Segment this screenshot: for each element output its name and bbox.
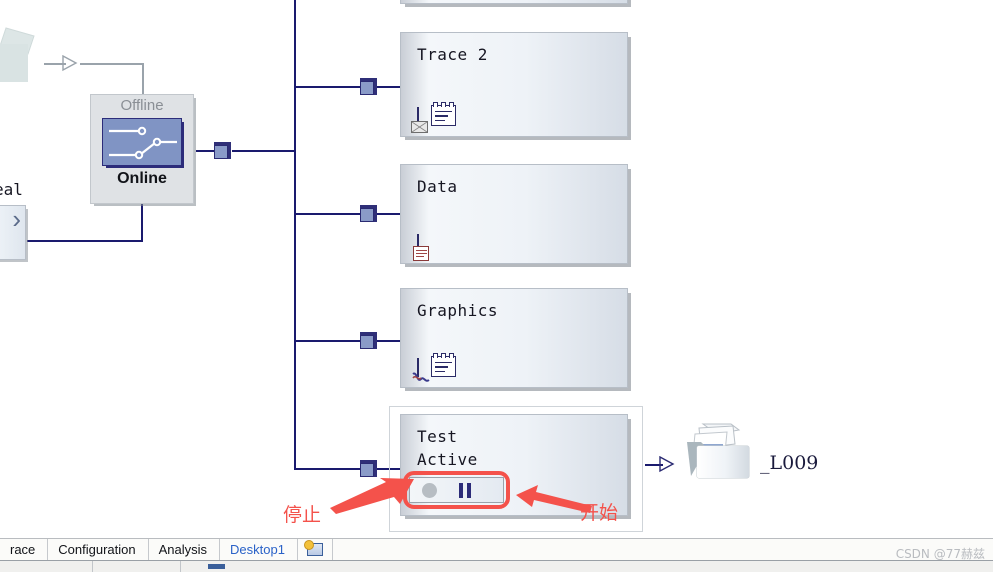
wire-stub-trace2 <box>377 86 401 88</box>
node-data[interactable]: Data <box>400 164 628 264</box>
node-icons <box>413 234 429 261</box>
node-title: Data <box>417 177 458 196</box>
node-icons <box>412 353 456 382</box>
arrow-stop-icon <box>330 478 414 514</box>
tab-label: Configuration <box>58 542 136 557</box>
left-partial-text: eal <box>0 180 23 199</box>
wire-switch-out-right <box>232 150 294 152</box>
chevron-right-icon: › <box>12 204 21 234</box>
node-graphics[interactable]: Graphics <box>400 288 628 388</box>
bottom-tab-bar[interactable]: race Configuration Analysis Desktop1 <box>0 538 993 560</box>
tab-desktop1[interactable]: Desktop1 <box>220 539 298 560</box>
wire-stub-data <box>377 213 401 215</box>
node-title: Test Active <box>417 427 478 470</box>
report-folder-node[interactable] <box>681 422 757 488</box>
wire-left-partial <box>27 240 143 242</box>
disabled-folder-node[interactable] <box>0 24 50 84</box>
report-folder-icon <box>687 423 750 479</box>
wire-stub-graphics <box>377 340 401 342</box>
curve-glyph-icon <box>412 372 430 382</box>
node-title: Trace 2 <box>417 45 488 64</box>
switch-graphic[interactable] <box>102 117 182 166</box>
tab-label: Desktop1 <box>230 542 285 557</box>
arrowhead-gray-icon <box>62 55 78 72</box>
folder-disabled-icon <box>0 27 35 84</box>
node-icons <box>411 102 456 133</box>
node-title: Graphics <box>417 301 499 320</box>
window-document-icon[interactable] <box>413 234 429 261</box>
node-trace-2[interactable]: Trace 2 <box>400 32 628 137</box>
wire-gray-down <box>142 63 144 96</box>
window-curve-icon[interactable] <box>412 358 430 382</box>
switch-online-label: Online <box>117 169 167 187</box>
watermark: CSDN @77赫兹 <box>895 547 985 561</box>
offline-online-switch[interactable]: Offline Online <box>90 94 194 204</box>
calendar-list-icon[interactable] <box>431 102 456 126</box>
test-run-control[interactable] <box>409 477 504 503</box>
node-partial-top[interactable] <box>400 0 628 4</box>
junction-test[interactable] <box>360 460 377 477</box>
application-window: Offline Online eal › Trace <box>0 0 993 572</box>
wire-gray-out <box>80 63 143 65</box>
left-partial-node[interactable]: › <box>0 205 26 260</box>
wire-branch-data <box>294 213 360 215</box>
junction-trace2[interactable] <box>360 78 377 95</box>
tab-label: race <box>10 542 36 557</box>
junction-graphics[interactable] <box>360 332 377 349</box>
wire-branch-graphics <box>294 340 360 342</box>
junction-switch[interactable] <box>214 142 231 159</box>
calendar-list-icon[interactable] <box>431 353 456 377</box>
wire-trunk-vertical <box>294 0 296 470</box>
switch-offline-label: Offline <box>120 97 164 114</box>
wire-branch-test <box>294 468 360 470</box>
pause-bars-icon[interactable] <box>459 482 471 498</box>
tab-new-desktop[interactable] <box>297 539 333 560</box>
tab-analysis[interactable]: Analysis <box>148 539 221 560</box>
status-separator <box>180 561 181 572</box>
status-bar <box>0 560 993 572</box>
tab-trace[interactable]: race <box>0 539 49 560</box>
status-indicator <box>208 564 225 569</box>
desktop-window-icon <box>303 540 323 556</box>
status-separator <box>92 561 93 572</box>
tab-label: Analysis <box>158 542 208 557</box>
window-envelope-icon[interactable] <box>411 107 428 133</box>
wire-switch-bottom <box>141 204 143 242</box>
report-node-label: _L009 <box>760 452 819 474</box>
tab-configuration[interactable]: Configuration <box>48 539 149 560</box>
junction-data[interactable] <box>360 205 377 222</box>
annotation-stop: 停止 <box>283 504 322 526</box>
wire-branch-trace2 <box>294 86 360 88</box>
diagram-canvas[interactable]: Offline Online eal › Trace <box>0 0 993 538</box>
arrow-start-icon <box>516 485 592 513</box>
tabbar-empty-space <box>332 539 993 560</box>
arrowhead-report-icon <box>659 456 675 473</box>
stop-circle-icon[interactable] <box>422 482 437 498</box>
switch-contacts-icon <box>109 126 177 159</box>
